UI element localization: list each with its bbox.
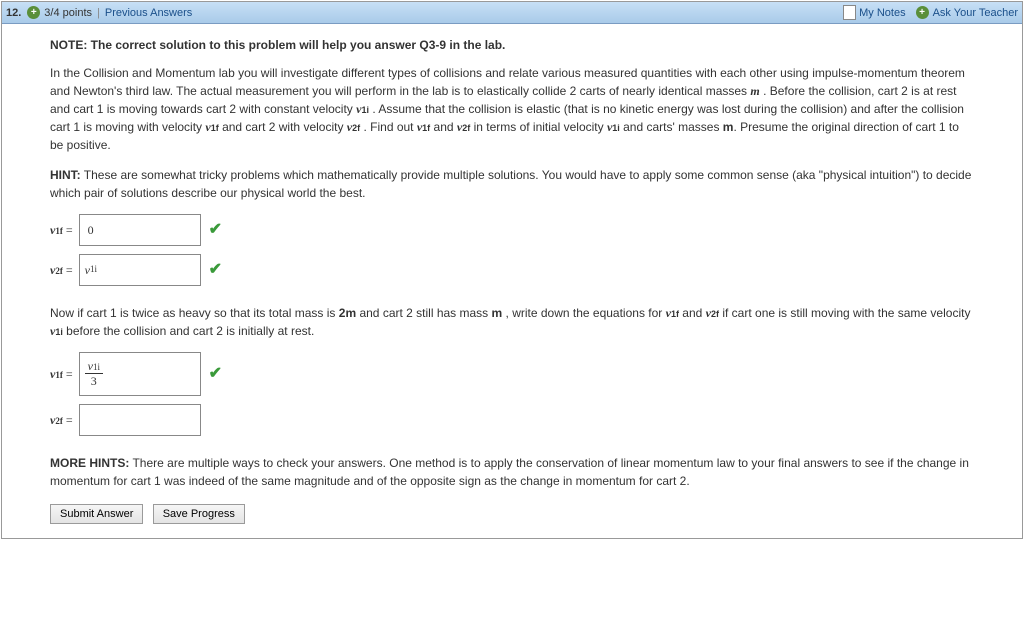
v1f-label: v1f =: [50, 221, 73, 239]
v2f-label-2: v2f =: [50, 411, 73, 429]
v1f-label-2: v1f =: [50, 365, 73, 383]
fraction: v1i 3: [85, 360, 103, 387]
question-frame: 12. + 3/4 points | Previous Answers My N…: [1, 1, 1023, 539]
question-content: NOTE: The correct solution to this probl…: [2, 24, 1022, 538]
ask-teacher-link[interactable]: Ask Your Teacher: [933, 7, 1018, 19]
answer-row-3: v1f = v1i 3 ✔: [50, 352, 974, 396]
save-progress-button[interactable]: Save Progress: [153, 504, 245, 524]
separator: |: [97, 7, 100, 19]
points-text: 3/4 points: [44, 7, 92, 19]
answer-row-2: v2f = v1i ✔: [50, 254, 974, 286]
plus-icon: +: [916, 6, 929, 19]
plus-icon: +: [27, 6, 40, 19]
submit-answer-button[interactable]: Submit Answer: [50, 504, 143, 524]
answer-row-4: v2f =: [50, 404, 974, 436]
question-header: 12. + 3/4 points | Previous Answers My N…: [2, 2, 1022, 24]
note-icon: [843, 5, 856, 20]
hint-paragraph: HINT: These are somewhat tricky problems…: [50, 166, 974, 202]
v2f-input-2[interactable]: [79, 404, 201, 436]
v2f-label: v2f =: [50, 261, 73, 279]
answer-row-1: v1f = 0 ✔: [50, 214, 974, 246]
button-row: Submit Answer Save Progress: [50, 504, 974, 524]
v2f-input[interactable]: v1i: [79, 254, 201, 286]
v1f-input[interactable]: 0: [79, 214, 201, 246]
check-icon: ✔: [209, 362, 222, 386]
check-icon: ✔: [209, 258, 222, 282]
question-number: 12.: [6, 7, 21, 19]
more-hints-paragraph: MORE HINTS: There are multiple ways to c…: [50, 454, 974, 490]
paragraph-1: In the Collision and Momentum lab you wi…: [50, 64, 974, 154]
note-heading: NOTE: The correct solution to this probl…: [50, 36, 974, 54]
my-notes-link[interactable]: My Notes: [859, 7, 905, 19]
previous-answers-link[interactable]: Previous Answers: [105, 7, 192, 19]
v1f-input-2[interactable]: v1i 3: [79, 352, 201, 396]
paragraph-2: Now if cart 1 is twice as heavy so that …: [50, 304, 974, 340]
check-icon: ✔: [209, 218, 222, 242]
